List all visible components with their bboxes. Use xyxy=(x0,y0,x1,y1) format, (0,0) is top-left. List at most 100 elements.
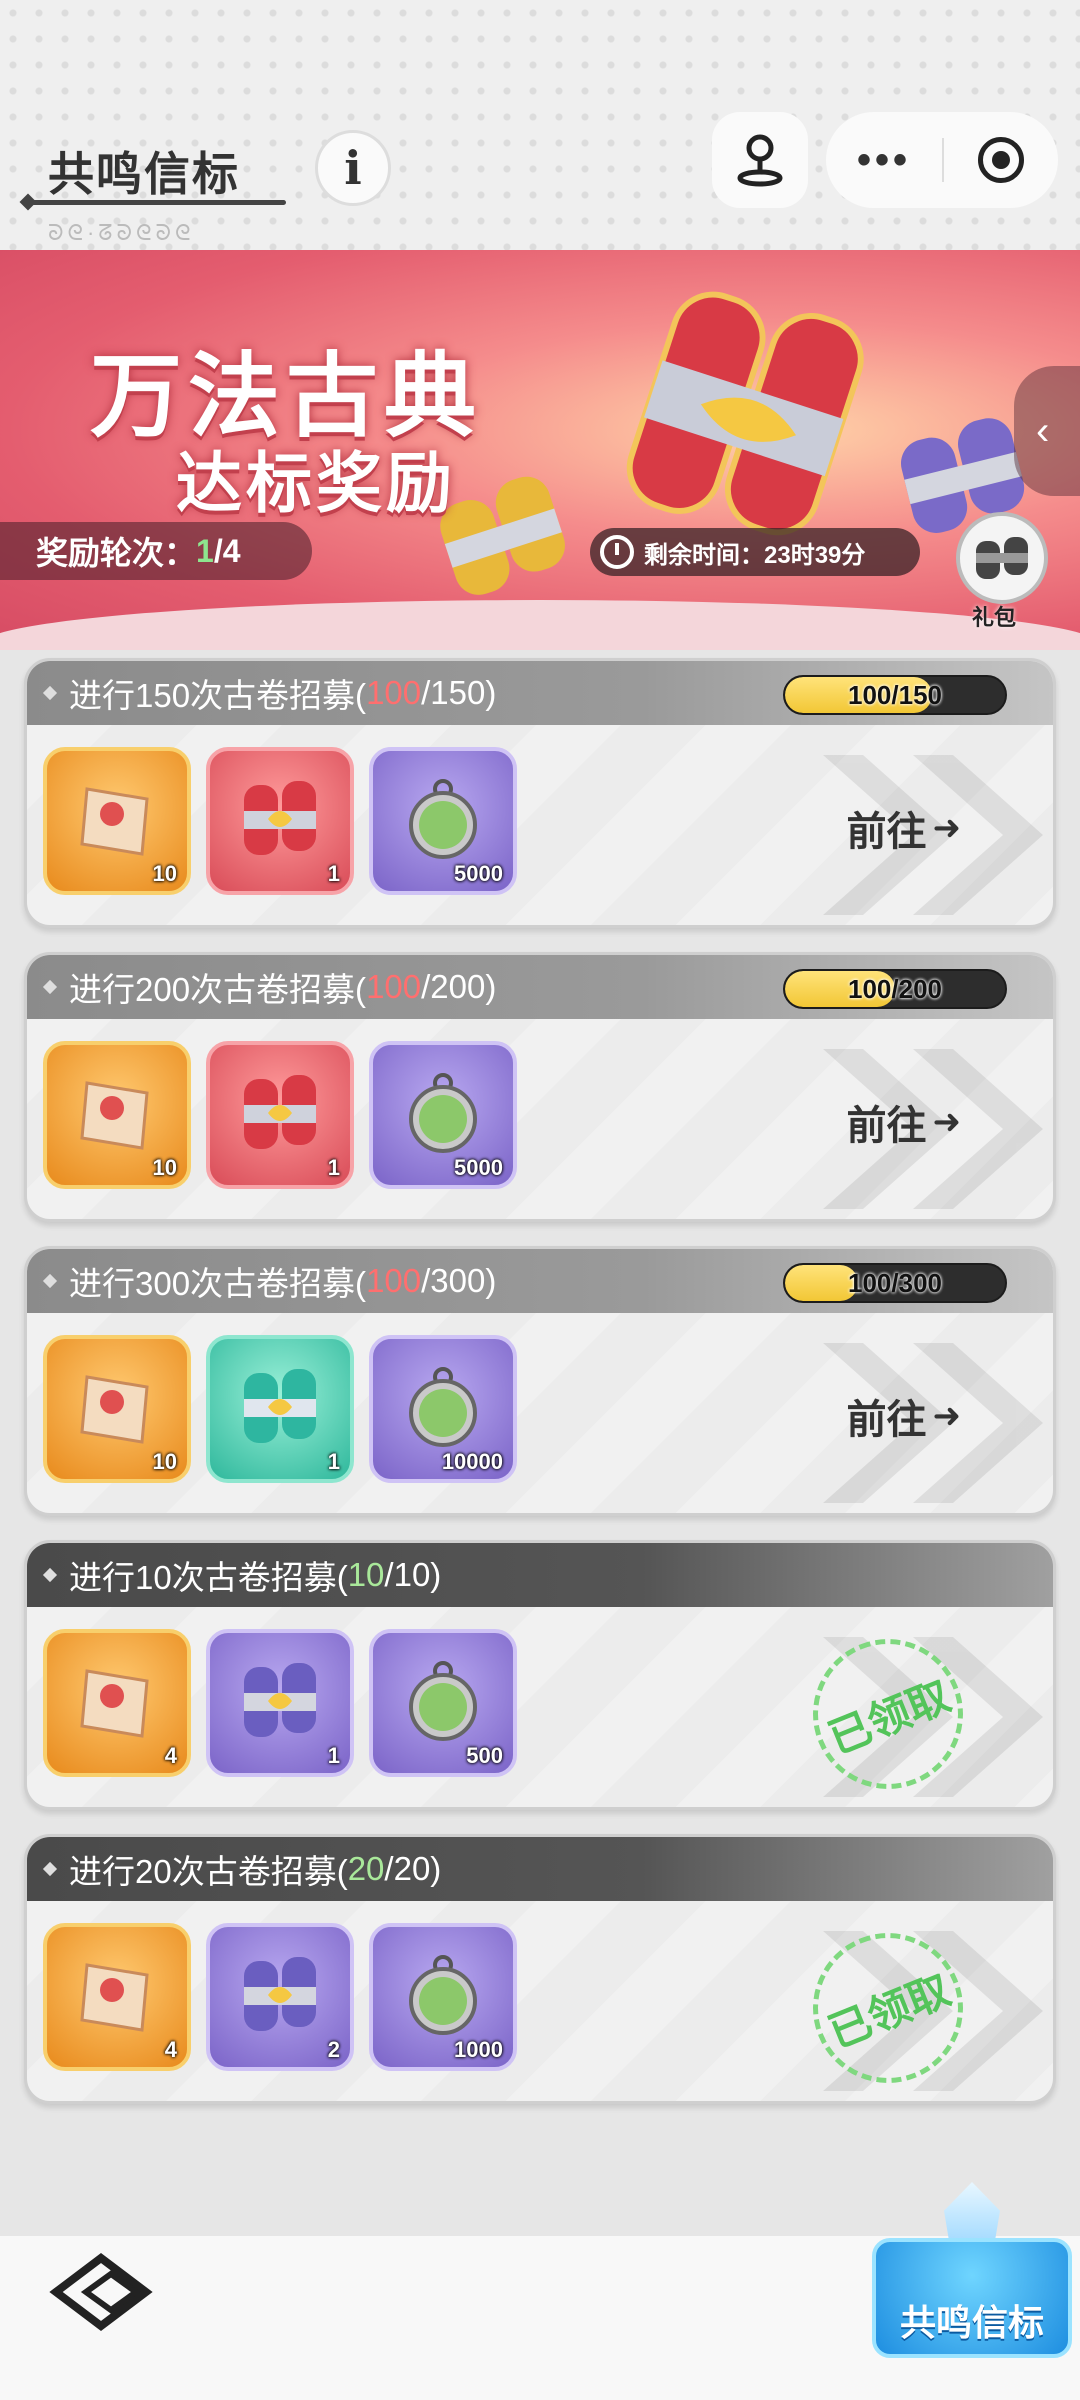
diamond-bullet-icon xyxy=(42,979,58,995)
round-current: 1 xyxy=(196,532,214,569)
goto-button[interactable]: 前往 ➜ xyxy=(847,799,962,857)
chevron-left-icon: ‹ xyxy=(1036,408,1050,453)
task-list[interactable]: 进行150次古卷招募(100/150) 100/150 10 1 5000 前往 ➜ 进行20… xyxy=(0,650,1080,2150)
progress-bar-text: 100/300 xyxy=(848,1268,942,1298)
event-banner: 万法古典 达标奖励 奖励轮次： 1 /4 剩余时间：23时39分 礼包 ‹ xyxy=(0,250,1080,650)
record-circle-icon[interactable] xyxy=(944,137,1058,183)
task-body: 4 1 500 已领取 xyxy=(27,1607,1053,1807)
task-body: 4 2 1000 已领取 xyxy=(27,1901,1053,2101)
green-coin-icon xyxy=(393,1945,493,2050)
back-arrow-icon[interactable] xyxy=(46,2252,156,2332)
resonance-beacon-label: 共鸣信标 xyxy=(899,2302,1044,2343)
top-bar: 共鸣信标 ᘐᘓ·ᘔᘐᘓᘐᘓ i ••• xyxy=(0,0,1080,250)
task-title-prefix: 进行10次古卷招募( xyxy=(69,1559,348,1596)
reward-item[interactable]: 10000 xyxy=(369,1335,517,1483)
task-progress-suffix: /200) xyxy=(421,968,497,1005)
task-progress-suffix: /150) xyxy=(421,674,497,711)
task-header: 进行20次古卷招募(20/20) xyxy=(27,1837,1053,1901)
task-progress-current: 100 xyxy=(366,968,422,1005)
scroll-paper-icon xyxy=(67,1651,167,1756)
reward-items: 4 1 500 xyxy=(43,1629,532,1777)
reward-item[interactable]: 10 xyxy=(43,1041,191,1189)
reward-count: 1 xyxy=(327,1743,340,1768)
reward-count: 10 xyxy=(152,861,177,886)
page-title: 共鸣信标 xyxy=(48,148,240,200)
reward-item[interactable]: 4 xyxy=(43,1923,191,2071)
round-total: /4 xyxy=(213,532,241,569)
reward-item[interactable]: 2 xyxy=(206,1923,354,2071)
task-title-prefix: 进行300次古卷招募( xyxy=(69,1265,367,1302)
reward-items: 10 1 10000 xyxy=(43,1335,532,1483)
purple-scroll-bundle-icon xyxy=(230,1945,330,2050)
task-progress-suffix: /300) xyxy=(421,1262,497,1299)
task-progress-current: 10 xyxy=(347,1556,385,1593)
info-icon[interactable]: i xyxy=(315,130,391,206)
chevron-right-icon: ➜ xyxy=(932,809,962,847)
red-scroll-bundle-icon xyxy=(230,769,330,874)
gift-pack-button[interactable] xyxy=(956,512,1048,604)
reward-count: 4 xyxy=(164,1743,177,1768)
task-card: 进行20次古卷招募(20/20) 4 2 1000 已领取 xyxy=(24,1834,1056,2104)
reward-count: 10 xyxy=(152,1155,177,1180)
progress-bar-text: 100/150 xyxy=(848,680,942,710)
scroll-paper-icon xyxy=(67,1945,167,2050)
reward-item[interactable]: 10 xyxy=(43,747,191,895)
remaining-time-pill: 剩余时间：23时39分 xyxy=(590,528,920,576)
scroll-paper-icon xyxy=(67,1357,167,1462)
reward-item[interactable]: 1 xyxy=(206,747,354,895)
reward-count: 1 xyxy=(327,1155,340,1180)
reward-count: 5000 xyxy=(454,1155,503,1180)
diamond-bullet-icon xyxy=(42,1273,58,1289)
green-coin-icon xyxy=(393,769,493,874)
goto-button[interactable]: 前往 ➜ xyxy=(847,1387,962,1445)
diamond-bullet-icon xyxy=(42,1567,58,1583)
reward-item[interactable]: 1000 xyxy=(369,1923,517,2071)
task-progress-current: 20 xyxy=(347,1850,385,1887)
diamond-bullet-icon xyxy=(42,1861,58,1877)
reward-count: 2 xyxy=(327,2037,340,2062)
task-header: 进行150次古卷招募(100/150) 100/150 xyxy=(27,661,1053,725)
task-header: 进行300次古卷招募(100/300) 100/300 xyxy=(27,1249,1053,1313)
claimed-label: 已领取 xyxy=(821,1671,957,1763)
scroll-paper-icon xyxy=(67,769,167,874)
chevron-right-icon: ➜ xyxy=(932,1397,962,1435)
task-title-prefix: 进行200次古卷招募( xyxy=(69,971,367,1008)
task-title-prefix: 进行20次古卷招募( xyxy=(69,1853,348,1890)
green-coin-icon xyxy=(393,1651,493,1756)
reward-count: 5000 xyxy=(454,861,503,886)
green-coin-icon xyxy=(393,1063,493,1168)
reward-item[interactable]: 500 xyxy=(369,1629,517,1777)
more-dots-icon[interactable]: ••• xyxy=(826,138,942,183)
reward-item[interactable]: 5000 xyxy=(369,1041,517,1189)
task-card: 进行300次古卷招募(100/300) 100/300 10 1 10000 前往 ➜ xyxy=(24,1246,1056,1516)
progress-bar-text: 100/200 xyxy=(848,974,942,1004)
side-collapse-tab[interactable]: ‹ xyxy=(1014,366,1080,496)
resonance-beacon-button[interactable]: 共鸣信标 xyxy=(872,2238,1072,2358)
red-scroll-bundle-icon xyxy=(230,1063,330,1168)
reward-item[interactable]: 4 xyxy=(43,1629,191,1777)
reward-item[interactable]: 1 xyxy=(206,1629,354,1777)
reward-items: 10 1 5000 xyxy=(43,1041,532,1189)
reward-item[interactable]: 1 xyxy=(206,1335,354,1483)
reward-item[interactable]: 10 xyxy=(43,1335,191,1483)
joystick-pin-icon[interactable] xyxy=(712,112,808,208)
reward-count: 500 xyxy=(466,1743,503,1768)
chevron-right-icon: ➜ xyxy=(932,1103,962,1141)
goto-label: 前往 xyxy=(846,1104,927,1148)
task-card: 进行200次古卷招募(100/200) 100/200 10 1 5000 前往 ➜ xyxy=(24,952,1056,1222)
round-label: 奖励轮次： xyxy=(36,535,197,571)
reward-count: 1 xyxy=(327,1449,340,1474)
task-progress-suffix: /10) xyxy=(384,1556,442,1593)
task-body: 10 1 5000 前往 ➜ xyxy=(27,725,1053,925)
task-progress-current: 100 xyxy=(366,1262,422,1299)
goto-button[interactable]: 前往 ➜ xyxy=(847,1093,962,1151)
banner-title-line2: 达标奖励 xyxy=(176,446,456,520)
task-body: 10 1 5000 前往 ➜ xyxy=(27,1019,1053,1219)
task-header: 进行200次古卷招募(100/200) 100/200 xyxy=(27,955,1053,1019)
remaining-time-text: 剩余时间：23时39分 xyxy=(644,541,866,569)
clock-icon xyxy=(600,535,634,569)
scroll-paper-icon xyxy=(67,1063,167,1168)
reward-count: 1000 xyxy=(454,2037,503,2062)
reward-item[interactable]: 1 xyxy=(206,1041,354,1189)
reward-item[interactable]: 5000 xyxy=(369,747,517,895)
